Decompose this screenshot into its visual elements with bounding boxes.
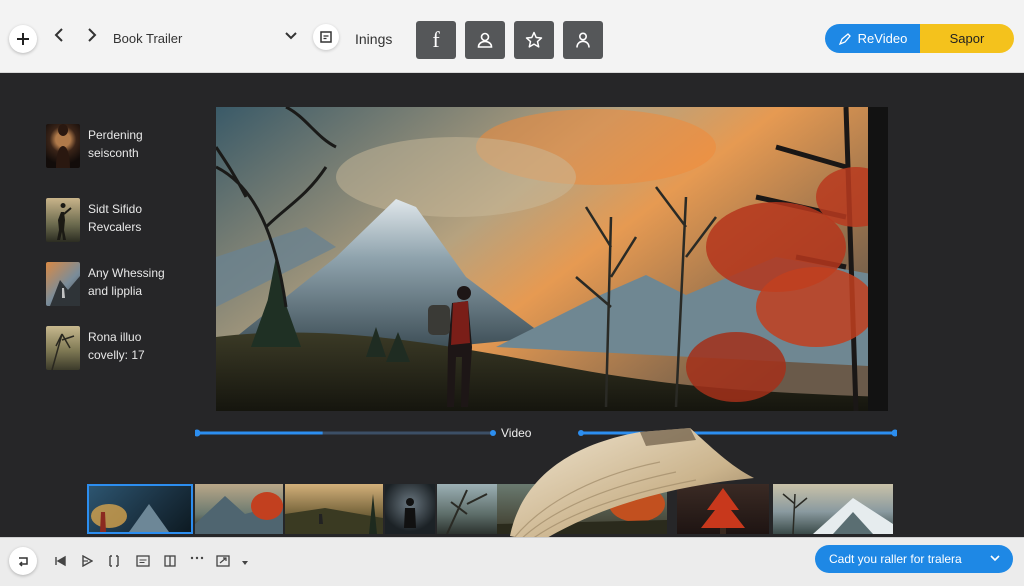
- timeline-start-handle[interactable]: [195, 429, 201, 437]
- play-icon: [82, 554, 94, 568]
- trim-button[interactable]: [108, 555, 120, 570]
- previous-button[interactable]: [54, 555, 66, 570]
- sapor-label: Sapor: [949, 31, 985, 46]
- more-icon: [190, 556, 204, 560]
- sapor-button[interactable]: Sapor: [920, 24, 1014, 53]
- chevron-down-icon: [990, 555, 1000, 562]
- project-dropdown[interactable]: [284, 29, 298, 44]
- scene-item[interactable]: Rona illuo covelly: 17: [46, 326, 186, 372]
- frame-thumbnail[interactable]: [285, 484, 383, 534]
- scene-subtitle: covelly: 17: [88, 348, 145, 362]
- scene-item[interactable]: Perdening seisconth: [46, 124, 186, 170]
- book-page-graphic: [510, 428, 754, 542]
- chevron-left-icon: [54, 28, 63, 42]
- export-split-button: ReVideo Sapor: [825, 24, 1014, 53]
- frame-strip: [87, 484, 893, 535]
- frame-thumbnail[interactable]: [385, 484, 435, 534]
- pen-icon: [838, 32, 851, 45]
- chevron-right-icon: [88, 28, 97, 42]
- trim-icon: [109, 555, 119, 567]
- revideo-button[interactable]: ReVideo: [825, 24, 920, 53]
- profile-button[interactable]: [563, 21, 603, 59]
- scene-thumbnail: [46, 262, 80, 306]
- frame-thumbnail[interactable]: [87, 484, 193, 534]
- scene-item[interactable]: Sidt Sifido Revcalers: [46, 198, 186, 244]
- document-button[interactable]: [313, 24, 339, 50]
- scene-subtitle: seisconth: [88, 146, 139, 160]
- cta-label: Cadt you raller for tralera: [829, 552, 962, 566]
- scene-subtitle: Revcalers: [88, 220, 142, 234]
- timeline-marker[interactable]: [490, 430, 496, 436]
- menu-label[interactable]: Inings: [355, 31, 392, 47]
- loop-button[interactable]: [9, 547, 37, 575]
- user-icon: [477, 32, 493, 48]
- user-button[interactable]: [465, 21, 505, 59]
- split-button[interactable]: [164, 555, 176, 570]
- resize-icon: [216, 555, 230, 567]
- document-icon: [320, 31, 332, 43]
- scene-subtitle: and lipplia: [88, 284, 143, 298]
- scene-title: Any Whessing: [88, 266, 165, 280]
- video-preview[interactable]: [216, 107, 888, 411]
- scene-title: Sidt Sifido: [88, 202, 143, 216]
- columns-icon: [164, 555, 176, 567]
- captions-button[interactable]: [136, 555, 150, 570]
- facebook-icon: f: [432, 27, 440, 52]
- more-button[interactable]: [190, 552, 204, 567]
- scene-thumbnail: [46, 326, 80, 371]
- scene-thumbnail: [46, 198, 80, 242]
- caret-down-icon: [242, 561, 248, 565]
- star-icon: [525, 31, 543, 48]
- call-to-action-button[interactable]: Cadt you raller for tralera: [815, 545, 1013, 573]
- frame-thumbnail[interactable]: [195, 484, 283, 534]
- back-button[interactable]: [53, 27, 65, 46]
- top-toolbar: Book Trailer Inings f ReVideo Sapor: [0, 0, 1024, 73]
- timeline-end-handle[interactable]: [891, 429, 898, 437]
- forward-button[interactable]: [86, 27, 98, 46]
- frame-thumbnail[interactable]: [437, 484, 497, 535]
- project-title: Book Trailer: [113, 31, 183, 46]
- play-button[interactable]: [81, 554, 94, 570]
- scene-thumbnail: [46, 124, 80, 168]
- favorite-button[interactable]: [514, 21, 554, 59]
- loop-icon: [18, 557, 28, 567]
- scene-title: Perdening: [88, 128, 143, 142]
- chevron-down-icon: [285, 32, 297, 40]
- skip-back-icon: [55, 555, 66, 567]
- person-icon: [576, 32, 590, 48]
- facebook-button[interactable]: f: [416, 21, 456, 59]
- resize-button[interactable]: [216, 555, 230, 570]
- revideo-label: ReVideo: [857, 31, 908, 46]
- frame-thumbnail[interactable]: [773, 484, 893, 535]
- captions-icon: [136, 555, 150, 567]
- add-button[interactable]: [9, 25, 37, 53]
- scene-title: Rona illuo: [88, 330, 142, 344]
- preview-image: [216, 107, 888, 411]
- scene-item[interactable]: Any Whessing and lipplia: [46, 262, 186, 308]
- plus-icon: [17, 33, 29, 45]
- options-dropdown[interactable]: [241, 555, 249, 569]
